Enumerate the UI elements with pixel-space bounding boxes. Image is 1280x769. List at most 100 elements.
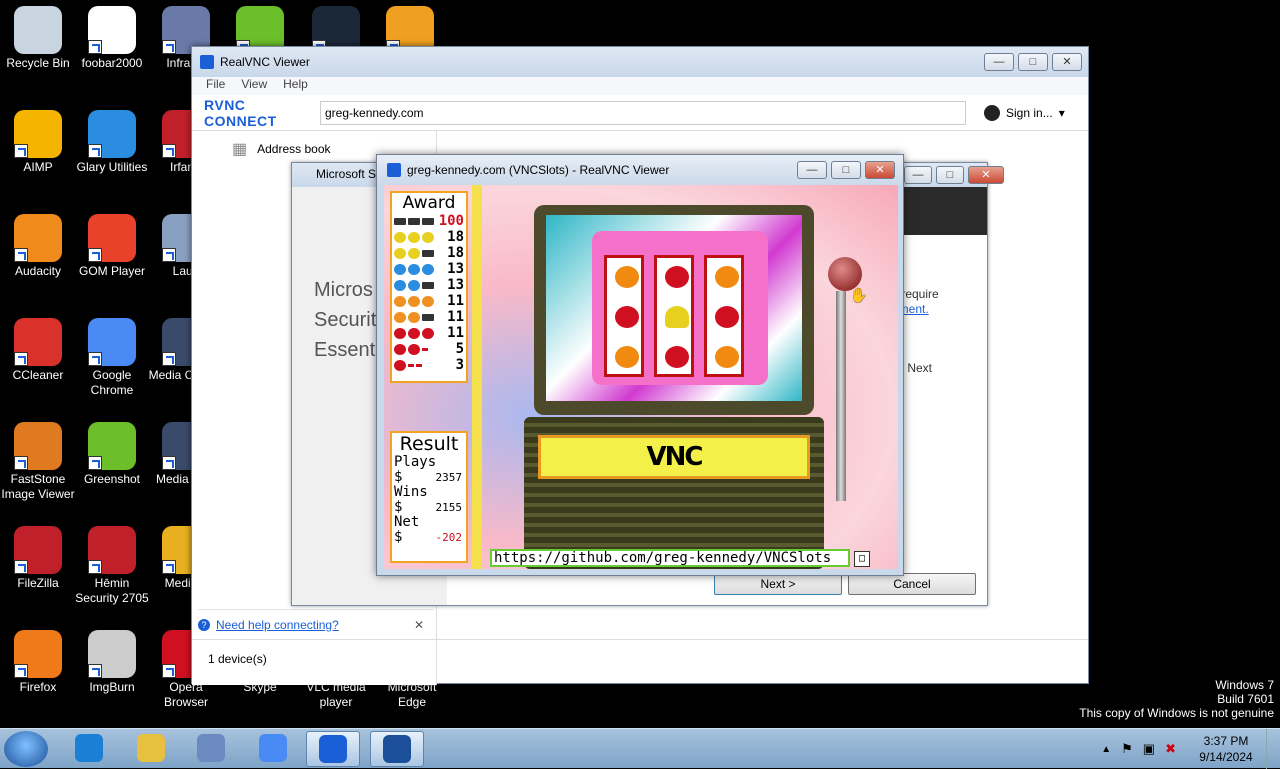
mse-title: Microsoft S <box>316 167 377 181</box>
flag-icon[interactable]: ⚑ <box>1121 741 1133 757</box>
cherry-symbol-icon <box>665 346 689 368</box>
faststone-icon <box>14 422 62 470</box>
bell-symbol-icon <box>665 306 689 328</box>
award-row: 11 <box>392 309 466 325</box>
net-row: $ -202 <box>392 530 466 545</box>
slot-lever[interactable] <box>836 291 846 501</box>
github-url: https://github.com/greg-kennedy/VNCSlots <box>494 550 832 566</box>
mse-heading-line: Securit <box>314 309 377 331</box>
taskbar-button[interactable] <box>306 731 360 767</box>
clock[interactable]: 3:37 PM 9/14/2024 <box>1186 733 1266 765</box>
cherry-symbol-icon <box>665 266 689 288</box>
award-row: 13 <box>392 261 466 277</box>
slots-minimize-button[interactable]: — <box>797 161 827 179</box>
close-button[interactable]: ✕ <box>1052 53 1082 71</box>
minimize-button[interactable]: — <box>984 53 1014 71</box>
desktop-icon[interactable]: FastStone Image Viewer <box>0 418 76 502</box>
volume-muted-icon[interactable]: ✖ <box>1165 741 1176 757</box>
award-panel: Award 100 18 18 13 13 11 11 11 5 3 <box>390 191 468 383</box>
cherry-symbol-icon <box>615 306 639 328</box>
vnc-main-title: RealVNC Viewer <box>220 55 310 69</box>
taskbar-button[interactable] <box>370 731 424 767</box>
menu-view[interactable]: View <box>241 77 267 95</box>
desktop-icon[interactable]: Audacity <box>0 210 76 279</box>
taskbar-button[interactable] <box>62 731 116 767</box>
slots-title: greg-kennedy.com (VNCSlots) - RealVNC Vi… <box>407 163 670 177</box>
close-help-icon[interactable]: ✕ <box>414 618 424 632</box>
shortcut-arrow-icon <box>162 352 176 366</box>
mse-heading-line: Micros <box>314 279 373 301</box>
slots-maximize-button[interactable]: □ <box>831 161 861 179</box>
show-hidden-icons-icon[interactable]: ▲ <box>1101 744 1111 755</box>
mse-minimize-button[interactable]: — <box>904 166 932 184</box>
wins-value: 2155 <box>435 501 463 514</box>
bell-symbol-icon <box>422 231 434 243</box>
network-icon[interactable]: ▣ <box>1143 741 1155 757</box>
desktop-icon[interactable]: CCleaner <box>0 314 76 383</box>
realvnc-icon <box>387 163 401 177</box>
menu-file[interactable]: File <box>206 77 225 95</box>
glary-icon <box>88 110 136 158</box>
cancel-button[interactable]: Cancel <box>848 573 976 595</box>
desktop-icon[interactable]: Hēmin Security 2705 <box>74 522 150 606</box>
desktop-icon[interactable]: Google Chrome <box>74 314 150 398</box>
chrome-icon <box>88 318 136 366</box>
desktop: Recycle Bin AIMP Audacity CCleaner FastStone… <box>0 0 1280 728</box>
realvnc-icon <box>319 735 347 763</box>
orange-symbol-icon <box>408 295 420 307</box>
desktop-icon[interactable]: foobar2000 <box>74 2 150 71</box>
award-value: 11 <box>447 293 464 309</box>
desktop-icon[interactable]: Greenshot <box>74 418 150 487</box>
desktop-icon[interactable]: FileZilla <box>0 522 76 591</box>
taskbar-button[interactable] <box>124 731 178 767</box>
sign-in-button[interactable]: Sign in... ▾ <box>984 104 1065 121</box>
reel <box>604 255 644 377</box>
next-button[interactable]: Next > <box>714 573 842 595</box>
address-book-label: Address book <box>257 142 331 156</box>
need-help-link[interactable]: Need help connecting? <box>216 618 339 632</box>
external-link-icon: □ <box>854 551 870 567</box>
bell-symbol-icon <box>394 231 406 243</box>
maximize-button[interactable]: □ <box>1018 53 1048 71</box>
menu-help[interactable]: Help <box>283 77 308 95</box>
game-left-strip <box>472 185 482 569</box>
gom-player-icon <box>88 214 136 262</box>
slot-game-canvas[interactable]: Award 100 18 18 13 13 11 11 11 5 3 Result Plays $… <box>384 185 898 569</box>
taskbar-button[interactable] <box>184 731 238 767</box>
show-desktop-button[interactable] <box>1266 729 1280 769</box>
start-button[interactable] <box>4 731 48 767</box>
desktop-icon[interactable]: Glary Utilities <box>74 106 150 175</box>
desktop-icon[interactable]: ImgBurn <box>74 626 150 695</box>
orange-symbol-icon <box>715 266 739 288</box>
cherry-symbol-icon <box>715 306 739 328</box>
desktop-icon[interactable]: AIMP <box>0 106 76 175</box>
address-input[interactable] <box>320 100 966 125</box>
shortcut-arrow-icon <box>88 664 102 678</box>
vnc-main-titlebar[interactable]: RealVNC Viewer <box>192 47 1088 77</box>
shortcut-arrow-icon <box>14 248 28 262</box>
bar-symbol-icon <box>394 217 406 225</box>
desktop-icon-label: Greenshot <box>83 472 141 486</box>
plays-label: Plays <box>394 454 437 470</box>
any-symbol-icon <box>422 347 428 351</box>
lever-knob[interactable] <box>828 257 862 291</box>
mse-maximize-button[interactable]: □ <box>936 166 964 184</box>
slots-close-button[interactable]: ✕ <box>865 161 895 179</box>
wins-row: $ 2155 <box>392 500 466 515</box>
mse-close-button[interactable]: ✕ <box>968 166 1004 184</box>
watermark-line: This copy of Windows is not genuine <box>1079 706 1274 720</box>
desktop-icon[interactable]: Recycle Bin <box>0 2 76 71</box>
cherry-symbol-icon <box>394 343 406 355</box>
media-player-icon <box>197 734 225 762</box>
desktop-icon[interactable]: GOM Player <box>74 210 150 279</box>
desktop-icon[interactable]: Firefox <box>0 626 76 695</box>
shortcut-arrow-icon <box>162 560 176 574</box>
net-value: -202 <box>435 531 463 544</box>
shortcut-arrow-icon <box>88 456 102 470</box>
taskbar-button[interactable] <box>246 731 300 767</box>
shortcut-arrow-icon <box>88 40 102 54</box>
clock-date: 9/14/2024 <box>1199 750 1253 764</box>
github-url-bar[interactable]: https://github.com/greg-kennedy/VNCSlots… <box>490 549 870 567</box>
shortcut-arrow-icon <box>88 352 102 366</box>
shortcut-arrow-icon <box>14 664 28 678</box>
